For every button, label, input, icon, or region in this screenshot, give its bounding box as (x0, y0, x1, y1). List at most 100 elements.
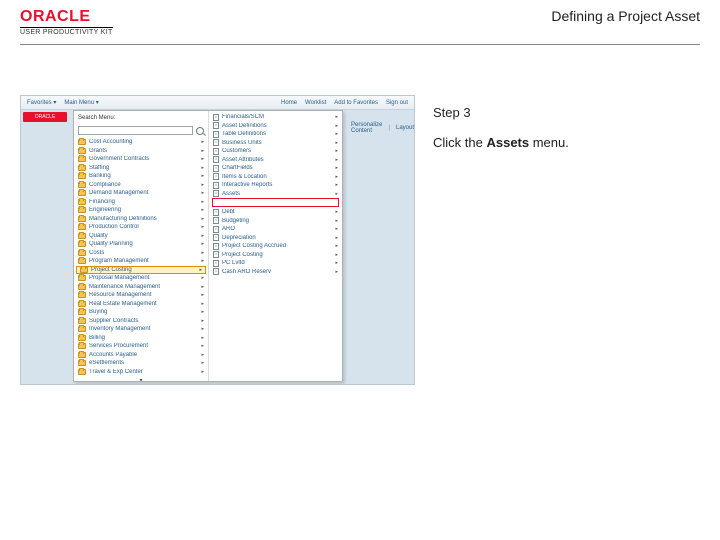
chevron-right-icon: ▸ (201, 343, 204, 349)
submenu-item[interactable]: Interactive Reports▸ (209, 181, 342, 190)
submenu-item-label: Project Costing Accrued (222, 243, 330, 249)
menu-item[interactable]: Engineering▸ (74, 206, 208, 215)
folder-icon (78, 233, 86, 239)
submenu-item[interactable]: ChartFields▸ (209, 164, 342, 173)
menu-item[interactable]: Resource Management▸ (74, 291, 208, 300)
submenu-item[interactable]: Asset Definitions▸ (209, 122, 342, 131)
chevron-right-icon: ▸ (201, 250, 204, 256)
submenu-item[interactable]: Budgeting▸ (209, 217, 342, 226)
submenu-item[interactable]: ARO ▸ (209, 225, 342, 234)
menu-item[interactable]: Staffing▸ (74, 164, 208, 173)
submenu-item[interactable]: Depreciation▸ (209, 234, 342, 243)
submenu-item[interactable]: Table Definitions▸ (209, 130, 342, 139)
submenu-item[interactable]: PC Lvltd▸ (209, 259, 342, 268)
scroll-down-icon[interactable]: ▾ (74, 376, 208, 381)
menu-item[interactable]: Banking▸ (74, 172, 208, 181)
submenu-item[interactable]: Debt▸ (209, 208, 342, 217)
menu-item[interactable]: Compliance▸ (74, 181, 208, 190)
submenu-item[interactable]: Assets▸ (209, 190, 342, 199)
chevron-right-icon: ▸ (335, 131, 338, 137)
submenu-item[interactable]: Project Costing▸ (209, 251, 342, 260)
page-header: ORACLE USER PRODUCTIVITY KIT Defining a … (20, 8, 700, 45)
chevron-right-icon: ▸ (201, 190, 204, 196)
chevron-right-icon: ▸ (201, 148, 204, 154)
menu-item[interactable]: Quality Planning▸ (74, 240, 208, 249)
submenu-item-label: Budgeting (222, 218, 330, 224)
search-input[interactable] (78, 126, 193, 135)
doc-icon (213, 190, 219, 197)
submenu-item[interactable]: Customers▸ (209, 147, 342, 156)
menu-item[interactable]: Billing▸ (74, 334, 208, 343)
submenu-item-label: Business Units (222, 140, 330, 146)
submenu-item[interactable]: Project Costing Accrued▸ (209, 242, 342, 251)
nav-worklist[interactable]: Worklist (305, 100, 326, 106)
nav-favorites[interactable]: Favorites ▾ (27, 99, 56, 106)
chevron-right-icon: ▸ (335, 226, 338, 232)
menu-item[interactable]: Maintenance Management▸ (74, 283, 208, 292)
menu-item[interactable]: Cost Accounting▸ (74, 138, 208, 147)
folder-icon (78, 275, 86, 281)
folder-icon (78, 241, 86, 247)
menu-item[interactable]: Inventory Management▸ (74, 325, 208, 334)
menu-item[interactable]: Production Control▸ (74, 223, 208, 232)
menu-item[interactable]: Costs▸ (74, 249, 208, 258)
stage: Favorites ▾ Main Menu ▾ Home Worklist Ad… (20, 95, 700, 520)
menu-item-label: Grants (89, 148, 196, 154)
nav-signout[interactable]: Sign out (386, 100, 408, 106)
menu-item-label: Real Estate Management (89, 301, 196, 307)
search-icon[interactable] (196, 127, 204, 135)
chevron-right-icon: ▸ (201, 369, 204, 375)
layout-link[interactable]: Layout (396, 125, 414, 131)
step-label: Step 3 (433, 105, 682, 120)
submenu-item[interactable]: Cash ARO Reserv▸ (209, 268, 342, 277)
menu-item[interactable]: Proposal Management▸ (74, 274, 208, 283)
menu-item[interactable]: Grants ▸ (74, 147, 208, 156)
folder-icon (78, 190, 86, 196)
chevron-right-icon: ▸ (201, 326, 204, 332)
menu-item[interactable]: Project Costing▸ (76, 266, 206, 275)
doc-icon (213, 114, 219, 121)
chevron-right-icon: ▸ (335, 140, 338, 146)
doc-icon (213, 156, 219, 163)
menu-item[interactable]: Supplier Contracts▸ (74, 317, 208, 326)
submenu-item-label: Depreciation (222, 235, 330, 241)
menu-item[interactable]: Program Management▸ (74, 257, 208, 266)
menu-item[interactable]: Quality▸ (74, 232, 208, 241)
nav-add-fav[interactable]: Add to Favorites (334, 100, 378, 106)
menu-item[interactable]: Real Estate Management▸ (74, 300, 208, 309)
menu-item-label: Government Contracts (89, 156, 196, 162)
menu-item[interactable]: Travel & Exp Center▸ (74, 368, 208, 377)
chevron-right-icon: ▸ (201, 318, 204, 324)
submenu-item[interactable]: Financials/SCM▸ (209, 113, 342, 122)
menu-item-label: Demand Management (89, 190, 196, 196)
chevron-right-icon: ▸ (201, 207, 204, 213)
chevron-right-icon: ▸ (335, 269, 338, 275)
menu-item[interactable]: Demand Management ▸ (74, 189, 208, 198)
nav-home[interactable]: Home (281, 100, 297, 106)
nav-main-menu[interactable]: Main Menu ▾ (64, 99, 98, 106)
menu-item[interactable]: Buying▸ (74, 308, 208, 317)
doc-icon (213, 148, 219, 155)
chevron-right-icon: ▸ (335, 209, 338, 215)
main-menu-panel: Search Menu: Cost Accounting▸Grants▸Gove… (73, 110, 343, 382)
submenu-item-label: ARO (222, 226, 330, 232)
doc-icon (213, 209, 219, 216)
menu-item[interactable]: Financing▸ (74, 198, 208, 207)
menu-item[interactable]: eSettlements▸ (74, 359, 208, 368)
folder-icon (78, 207, 86, 213)
folder-icon (78, 301, 86, 307)
personalize-content-link[interactable]: Personalize Content (351, 122, 382, 134)
submenu-item[interactable]: Business Units ▸ (209, 139, 342, 148)
menu-item[interactable]: Accounts Payable▸ (74, 351, 208, 360)
chevron-right-icon: ▸ (201, 199, 204, 205)
submenu-item-label: ChartFields (222, 165, 330, 171)
chevron-right-icon: ▸ (201, 156, 204, 162)
menu-item-label: Billing (89, 335, 196, 341)
menu-item[interactable]: Manufacturing Definitions▸ (74, 215, 208, 224)
submenu-item[interactable]: Items & Location▸ (209, 173, 342, 182)
submenu-item[interactable]: Asset Attributes▸ (209, 156, 342, 165)
menu-item[interactable]: Services Procurement▸ (74, 342, 208, 351)
menu-item[interactable]: Government Contracts ▸ (74, 155, 208, 164)
folder-icon (78, 284, 86, 290)
submenu-item-label: Project Costing (222, 252, 330, 258)
